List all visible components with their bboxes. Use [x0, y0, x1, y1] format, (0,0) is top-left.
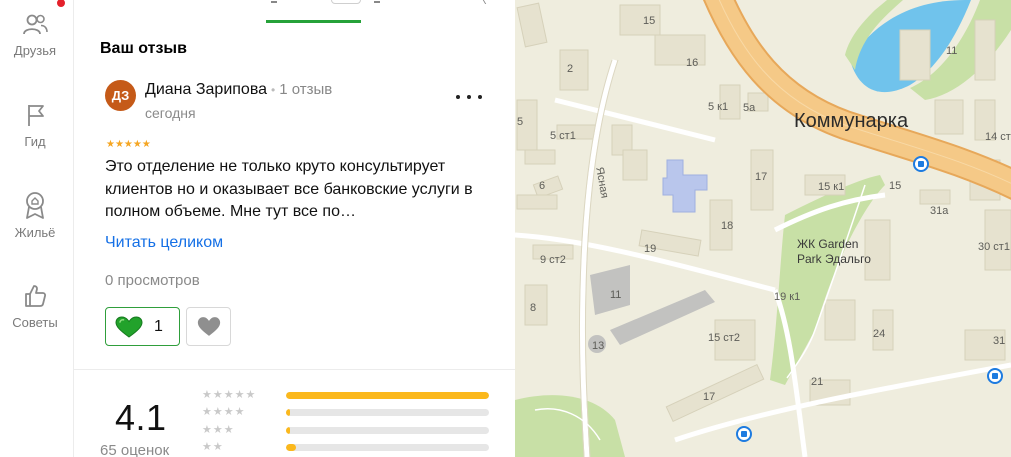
- park-area: [515, 395, 625, 457]
- bus-stop-icon[interactable]: [987, 368, 1003, 384]
- house-number: 24: [873, 328, 886, 340]
- house-number: 5а: [743, 102, 756, 114]
- house-number: 15: [889, 180, 902, 192]
- review-text: Это отделение не только круто консультир…: [105, 158, 473, 220]
- distribution-bar-fill: [286, 409, 291, 416]
- dislike-button[interactable]: [186, 307, 231, 346]
- nav-label-housing: Жильё: [14, 225, 56, 240]
- dot-icon: [456, 95, 460, 99]
- house-number: 30 ст1: [978, 241, 1010, 253]
- nav-label-guide: Гид: [24, 134, 46, 149]
- map-canvas: [515, 0, 1011, 457]
- house-number: 5 ст1: [550, 130, 576, 142]
- house-number: 19: [644, 243, 657, 255]
- house-number: 17: [755, 171, 768, 183]
- active-tab-indicator: [266, 20, 361, 23]
- house-number: 5 к1: [708, 101, 729, 113]
- house-number: 5: [517, 116, 524, 128]
- housing-icon: [26, 192, 44, 219]
- tab-fragment: [374, 1, 380, 3]
- nav-item-friends[interactable]: Друзья: [0, 12, 70, 58]
- house-number: 6: [539, 180, 546, 192]
- review-panel: Ваш отзыв ДЗ Диана Зарипова • 1 отзыв сего…: [74, 0, 515, 457]
- nav-item-guide[interactable]: Гид: [0, 101, 70, 149]
- tab-fragment: [271, 1, 277, 3]
- house-number: 21: [811, 376, 824, 388]
- distribution-stars: ★★: [202, 441, 224, 453]
- nav-item-housing[interactable]: Жильё: [0, 190, 70, 240]
- rating-distribution-row: ★★★★: [202, 405, 492, 419]
- separator-dot: •: [271, 83, 276, 97]
- house-number: 9 ст2: [540, 254, 566, 266]
- like-button[interactable]: 1: [105, 307, 180, 346]
- house-number: 15 ст2: [708, 332, 740, 344]
- distribution-bar-track: [286, 392, 489, 399]
- house-number: 31а: [930, 205, 949, 217]
- more-options-button[interactable]: [456, 90, 482, 104]
- read-more-link[interactable]: Читать целиком: [105, 234, 223, 252]
- house-number: 17: [703, 391, 716, 403]
- distribution-stars: ★★★: [202, 424, 235, 436]
- advice-thumb-icon: [25, 285, 47, 307]
- map-view[interactable]: Коммунарка Ясная ЖК Garden Park Эдальго 1…: [515, 0, 1011, 457]
- house-number: 11: [610, 289, 622, 301]
- nav-label-advice: Советы: [12, 315, 58, 330]
- rating-score: 4.1: [115, 397, 167, 438]
- dot-icon: [467, 95, 471, 99]
- house-number: 31: [993, 335, 1006, 347]
- guide-flag-icon: [28, 105, 44, 126]
- distribution-bar-track: [286, 427, 489, 434]
- nav-label-friends: Друзья: [13, 43, 57, 58]
- review-author: Диана Зарипова • 1 отзыв: [145, 81, 332, 99]
- house-number: 2: [567, 63, 574, 75]
- notification-dot: [57, 0, 65, 7]
- tab-counter-box: [331, 0, 361, 4]
- views-count: 0 просмотров: [105, 272, 200, 289]
- house-number: 18: [721, 220, 734, 232]
- complex-label: ЖК Garden Park Эдальго: [797, 237, 871, 267]
- dot-icon: [478, 95, 482, 99]
- house-number: 13: [592, 340, 605, 352]
- house-number: 14 ст1: [985, 131, 1011, 143]
- friends-icon: [23, 14, 48, 35]
- complex-label-line: ЖК Garden: [797, 237, 859, 251]
- distribution-bar-fill: [286, 392, 489, 399]
- house-number: 11: [946, 45, 958, 57]
- rating-distribution-row: ★★: [202, 440, 492, 454]
- highlighted-building: [662, 159, 708, 213]
- distribution-bar-fill: [286, 427, 291, 434]
- distribution-stars: ★★★★★: [202, 389, 257, 401]
- section-title: Ваш отзыв: [100, 40, 187, 57]
- house-number: 15 к1: [818, 181, 845, 193]
- rating-distribution-row: ★★★: [202, 423, 492, 437]
- tabs-strip: [74, 0, 515, 24]
- house-number: 19 к1: [774, 291, 801, 303]
- review-date: сегодня: [145, 105, 196, 121]
- avatar[interactable]: ДЗ: [105, 80, 136, 111]
- complex-label-line: Park Эдальго: [797, 252, 871, 266]
- rating-distribution-row: ★★★★★: [202, 388, 492, 402]
- bus-stop-icon[interactable]: [913, 156, 929, 172]
- tab-fragment: [482, 0, 493, 4]
- distribution-stars: ★★★★: [202, 406, 246, 418]
- district-label: Коммунарка: [794, 110, 909, 132]
- author-name[interactable]: Диана Зарипова: [145, 81, 267, 98]
- section-divider: [74, 369, 515, 370]
- rating-count: 65 оценок: [100, 442, 170, 457]
- left-nav-rail: Друзья Гид Жильё Советы: [0, 0, 74, 457]
- house-number: 8: [530, 302, 537, 314]
- bus-stop-icon[interactable]: [736, 426, 752, 442]
- distribution-bar-fill: [286, 444, 297, 451]
- nav-item-advice[interactable]: Советы: [0, 282, 70, 330]
- grey-heart-icon: [197, 317, 221, 336]
- distribution-bar-track: [286, 444, 489, 451]
- author-review-count: 1 отзыв: [279, 81, 333, 98]
- house-number: 15: [643, 15, 656, 27]
- distribution-bar-track: [286, 409, 489, 416]
- review-rating-stars: ★★★★★: [106, 139, 151, 150]
- like-count: 1: [154, 318, 163, 335]
- green-heart-icon: [115, 316, 143, 338]
- house-number: 16: [686, 57, 699, 69]
